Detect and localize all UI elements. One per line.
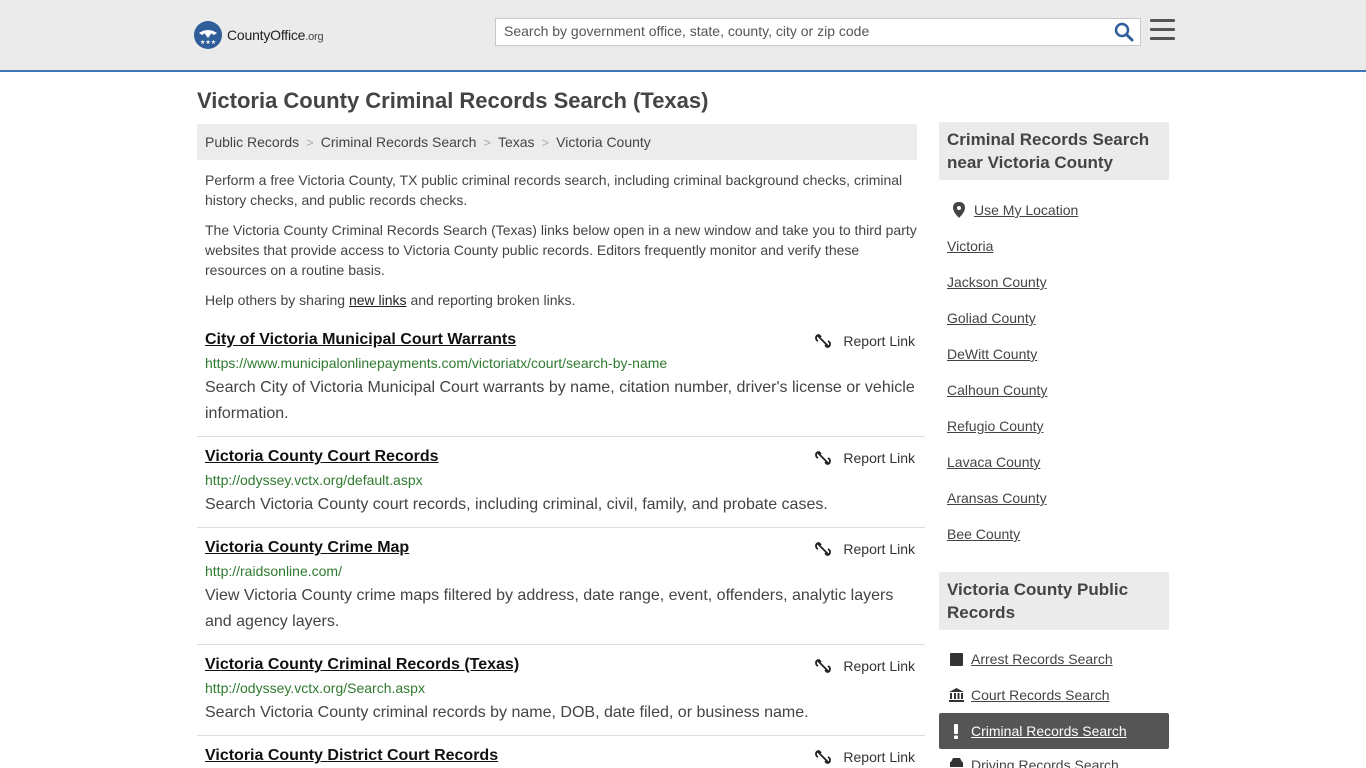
nearby-link-victoria[interactable]: Victoria [947, 238, 993, 254]
disclaimer-paragraph: The Victoria County Criminal Records Sea… [205, 222, 917, 278]
report-link-button[interactable]: Report Link [815, 749, 915, 765]
listing-title-link[interactable]: Victoria County Crime Map [205, 539, 409, 557]
nearby-link-bee[interactable]: Bee County [947, 526, 1020, 542]
list-item: Victoria County Criminal Records (Texas)… [197, 656, 925, 736]
listing-title-link[interactable]: Victoria County Criminal Records (Texas) [205, 656, 519, 674]
sidebar-item-driving-records[interactable]: Driving Records Search [939, 749, 1169, 768]
listing-url: http://raidsonline.com/ [205, 563, 342, 579]
broken-link-icon [815, 659, 832, 673]
map-pin-icon [947, 202, 971, 218]
listing-url: https://www.municipalonlinepayments.com/… [205, 355, 668, 371]
hamburger-menu-icon[interactable] [1150, 19, 1175, 41]
listing-description: Search Victoria County court records, in… [205, 496, 828, 513]
site-logo[interactable]: ★★★ CountyOffice.org [194, 20, 324, 50]
search-icon[interactable] [1114, 22, 1134, 42]
broken-link-icon [815, 334, 832, 348]
nearby-link-refugio[interactable]: Refugio County [947, 418, 1044, 434]
nearby-link-calhoun[interactable]: Calhoun County [947, 382, 1047, 398]
listing-url: http://odyssey.vctx.org/Search.aspx [205, 680, 425, 696]
broken-link-icon [815, 451, 832, 465]
report-link-button[interactable]: Report Link [815, 450, 915, 466]
breadcrumb: Public Records > Criminal Records Search… [197, 124, 917, 160]
search-input[interactable] [496, 19, 1094, 43]
sidebar-public-records-heading: Victoria County Public Records [939, 572, 1169, 630]
list-item: City of Victoria Municipal Court Warrant… [197, 331, 925, 437]
listing-title-link[interactable]: Victoria County District Court Records [205, 747, 498, 765]
listing-title-link[interactable]: City of Victoria Municipal Court Warrant… [205, 331, 516, 349]
logo-badge-icon: ★★★ [194, 21, 222, 49]
listing-description: Search City of Victoria Municipal Court … [205, 379, 915, 422]
breadcrumb-separator: > [306, 134, 314, 150]
broken-link-icon [815, 542, 832, 556]
listing-description: Search Victoria County criminal records … [205, 704, 809, 721]
sidebar-item-arrest-records[interactable]: Arrest Records Search [939, 641, 1169, 677]
listing-title-link[interactable]: Victoria County Court Records [205, 448, 439, 466]
exclamation-icon [944, 723, 968, 739]
share-paragraph: Help others by sharing new links and rep… [205, 292, 576, 308]
use-my-location-link[interactable]: Use My Location [939, 192, 1169, 228]
breadcrumb-public-records[interactable]: Public Records [205, 134, 299, 150]
report-link-button[interactable]: Report Link [815, 658, 915, 674]
list-item: Victoria County Court Records Report Lin… [197, 448, 925, 528]
sidebar-item-criminal-records[interactable]: Criminal Records Search [939, 713, 1169, 749]
listing-url: http://odyssey.vctx.org/default.aspx [205, 472, 423, 488]
svg-text:★★★: ★★★ [200, 39, 216, 46]
listing-description: View Victoria County crime maps filtered… [205, 587, 894, 630]
car-icon [944, 757, 968, 768]
page-title: Victoria County Criminal Records Search … [197, 88, 709, 113]
breadcrumb-victoria-county[interactable]: Victoria County [556, 134, 651, 150]
sidebar-item-court-records[interactable]: Court Records Search [939, 677, 1169, 713]
square-icon [944, 652, 968, 666]
logo-wordmark: CountyOffice.org [227, 27, 324, 43]
nearby-link-goliad[interactable]: Goliad County [947, 310, 1036, 326]
top-bar: ★★★ CountyOffice.org [0, 0, 1366, 72]
report-link-button[interactable]: Report Link [815, 541, 915, 557]
nearby-link-lavaca[interactable]: Lavaca County [947, 454, 1040, 470]
nearby-link-aransas[interactable]: Aransas County [947, 490, 1047, 506]
broken-link-icon [815, 750, 832, 764]
nearby-link-jackson[interactable]: Jackson County [947, 274, 1047, 290]
report-link-button[interactable]: Report Link [815, 333, 915, 349]
breadcrumb-texas[interactable]: Texas [498, 134, 535, 150]
breadcrumb-separator: > [541, 134, 550, 150]
nearby-link-dewitt[interactable]: DeWitt County [947, 346, 1037, 362]
search-box [495, 18, 1141, 46]
courthouse-icon [944, 688, 968, 702]
new-links-link[interactable]: new links [349, 292, 407, 308]
breadcrumb-criminal-records[interactable]: Criminal Records Search [321, 134, 477, 150]
breadcrumb-separator: > [483, 134, 491, 150]
intro-paragraph: Perform a free Victoria County, TX publi… [205, 172, 903, 208]
list-item: Victoria County District Court Records R… [197, 747, 925, 768]
sidebar-nearby-heading: Criminal Records Search near Victoria Co… [939, 122, 1169, 180]
list-item: Victoria County Crime Map Report Link ht… [197, 539, 925, 645]
